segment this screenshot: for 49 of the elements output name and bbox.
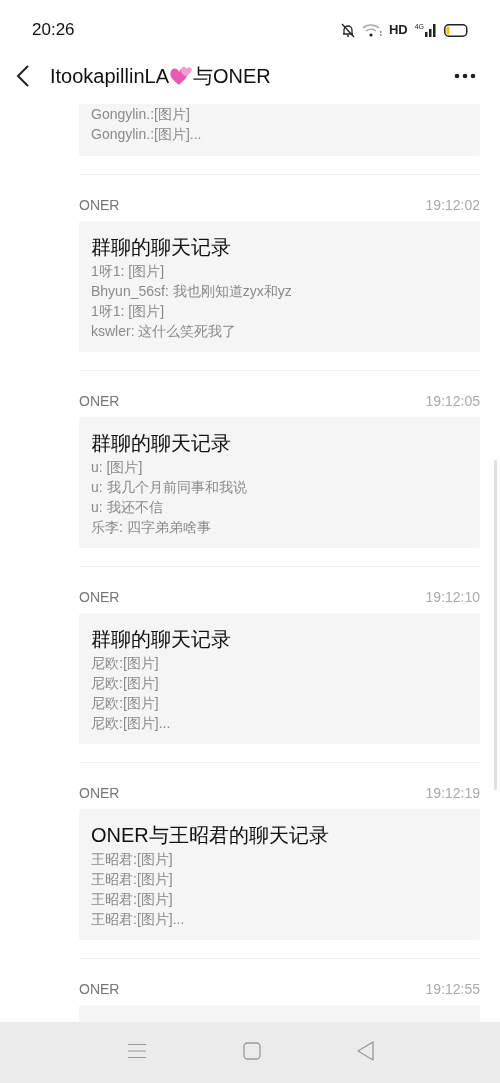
record-line: u: 我几个月前同事和我说 <box>91 478 248 497</box>
hearts-icon <box>168 65 193 87</box>
record-line: 王昭君:[图片] <box>91 870 174 889</box>
battery-icon <box>444 23 468 37</box>
bell-off-icon <box>340 22 355 38</box>
record-line: Bhyun_56sf: 我也刚知道zyx和yz <box>91 282 293 301</box>
chat-record-card[interactable]: 群聊的聊天记录 1呀1: [图片] Bhyun_56sf: 我也刚知道zyx和yz 1呀1: [图片] kswler: 这什么笑死我了 <box>79 221 480 352</box>
record-title: 群聊的聊天记录 <box>91 431 232 456</box>
back-icon[interactable] <box>16 65 30 87</box>
wifi-icon <box>361 23 382 37</box>
record-title: ONER与王昭君的聊天记录 <box>91 823 330 848</box>
sender-name: ONER <box>79 587 120 607</box>
message-time: 19:12:05 <box>425 391 480 411</box>
record-line: 尼欧:[图片] <box>91 654 160 673</box>
record-title: 群聊的聊天记录 <box>91 235 232 260</box>
record-line: u: 我还不信 <box>91 498 164 517</box>
record-line: 1呀1: [图片] <box>91 262 166 281</box>
record-title: 群聊的聊天记录 <box>91 627 232 652</box>
chat-title: 与ONER <box>192 64 271 89</box>
record-line: 乐李: 四字弟弟啥事 <box>91 518 212 537</box>
record-line: kswler: 这什么笑死我了 <box>91 322 238 341</box>
record-line: Gongylin.:[图片] <box>91 105 191 124</box>
record-line: 尼欧:[图片] <box>91 694 160 713</box>
home-icon[interactable] <box>242 1041 261 1060</box>
more-icon[interactable] <box>454 73 476 79</box>
record-line: 王昭君:[图片] <box>91 890 174 909</box>
chat-title: ItookapillinLA <box>50 64 169 89</box>
record-line: 王昭君:[图片] <box>91 850 174 869</box>
message-time: 19:12:55 <box>425 979 480 999</box>
menu-icon[interactable] <box>126 1042 147 1059</box>
record-line: 尼欧:[图片]... <box>91 714 172 733</box>
sender-name: ONER <box>79 783 120 803</box>
message-time: 19:12:10 <box>425 587 480 607</box>
message-time: 19:12:02 <box>425 195 480 215</box>
sender-name: ONER <box>79 979 120 999</box>
record-line: 王昭君:[图片]... <box>91 910 186 929</box>
signal-icon <box>425 23 437 37</box>
chat-record-card[interactable]: ONER与王昭君的聊天记录 王昭君:[图片] 王昭君:[图片] 王昭君:[图片] 王昭君:[图片]... <box>79 809 480 940</box>
record-line: 1呀1: [图片] <box>91 302 166 321</box>
status-time: 20:26 <box>32 19 75 42</box>
record-line: Gongylin.:[图片]... <box>91 125 203 144</box>
record-line: u: [图片] <box>91 458 144 477</box>
chat-record-card[interactable]: 群聊的聊天记录 尼欧:[图片] 尼欧:[图片] 尼欧:[图片] 尼欧:[图片]... <box>79 613 480 744</box>
chat-record-card[interactable]: 群聊的聊天记录 u: [图片] u: 我几个月前同事和我说 u: 我还不信 乐李: 四字弟弟啥事 <box>79 417 480 548</box>
sender-name: ONER <box>79 391 120 411</box>
hd-indicator: HD <box>388 21 408 40</box>
record-line: 尼欧:[图片] <box>91 674 160 693</box>
message-time: 19:12:19 <box>425 783 480 803</box>
sender-name: ONER <box>79 195 120 215</box>
